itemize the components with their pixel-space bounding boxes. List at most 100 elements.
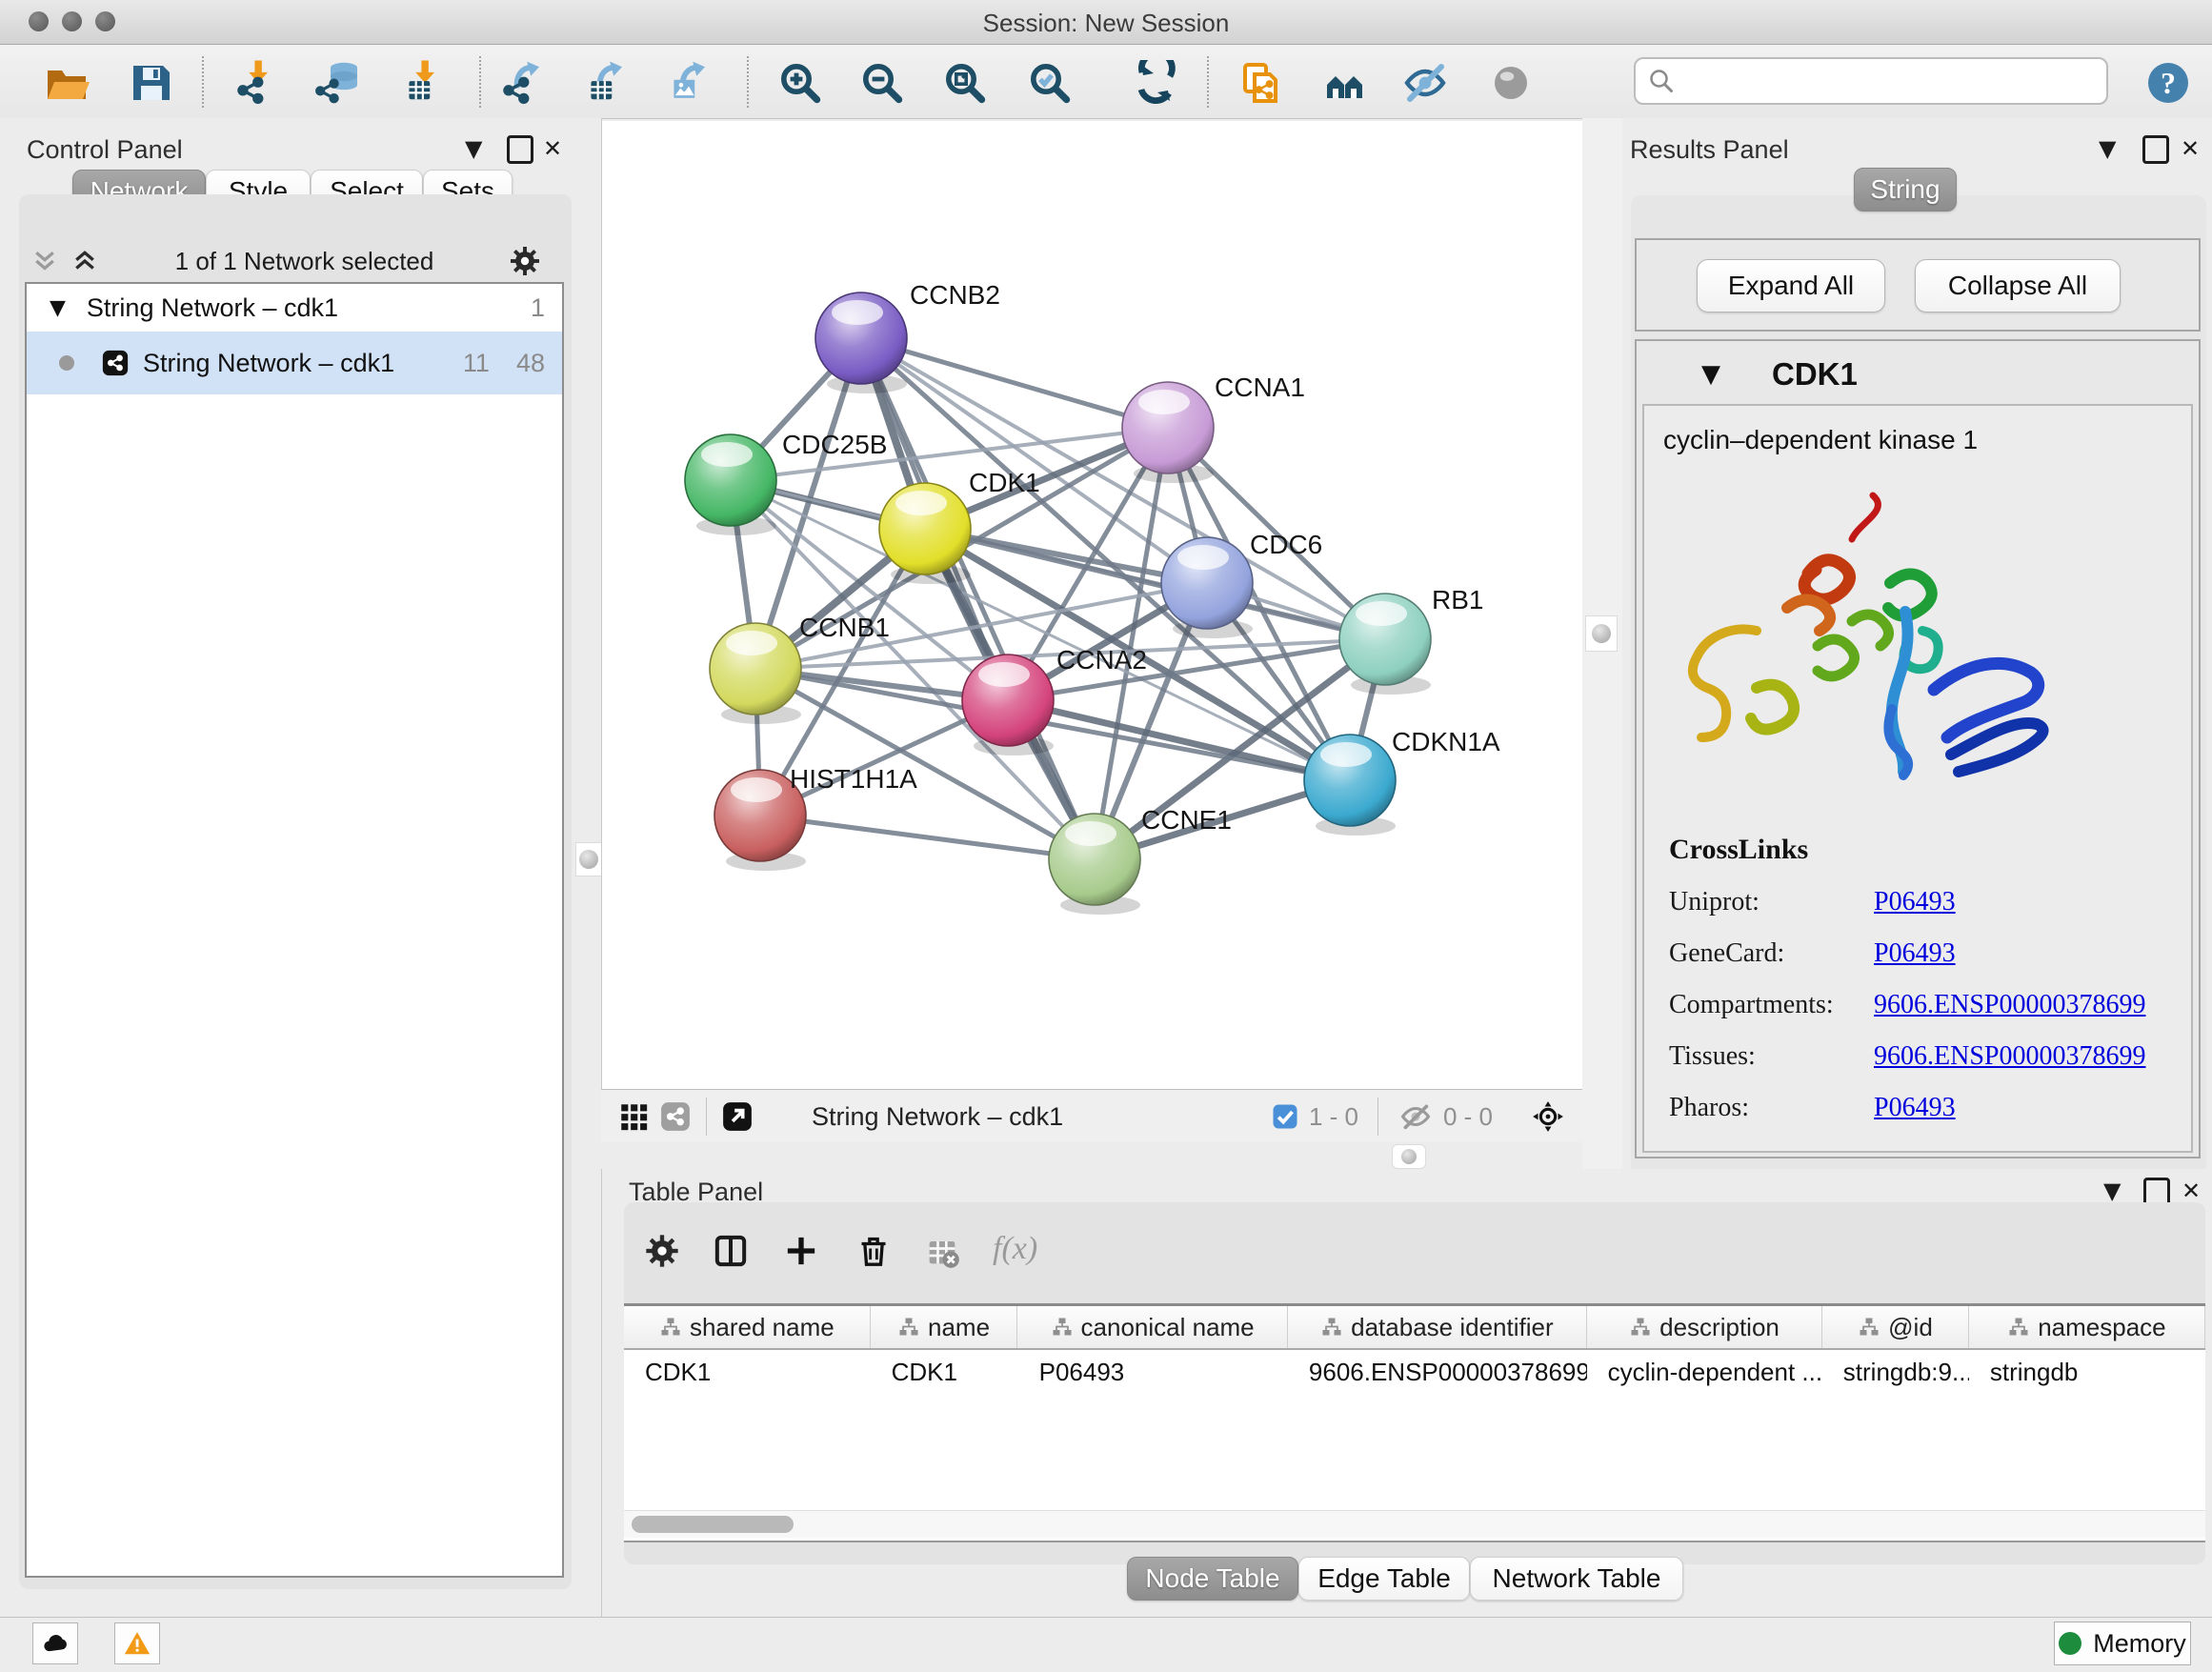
network-type-icon (101, 349, 130, 377)
table-options-gear-icon[interactable] (640, 1229, 684, 1273)
column-header--id[interactable]: @id (1822, 1306, 1969, 1348)
crosslink-value-link[interactable]: 9606.ENSP00000378699 (1874, 990, 2145, 1020)
network-node-ccnb2[interactable]: CCNB2 (815, 280, 1000, 393)
crosslink-value-link[interactable]: P06493 (1874, 887, 1956, 917)
selected-indicator-checkbox[interactable] (1271, 1102, 1299, 1131)
collapse-all-button[interactable]: Collapse All (1915, 259, 2121, 312)
crosslinks-list: Uniprot:P06493GeneCard:P06493Compartment… (1669, 887, 2191, 1123)
table-cell[interactable]: stringdb (1969, 1350, 2205, 1394)
open-session-icon[interactable] (42, 58, 91, 108)
hide-selected-icon[interactable] (1400, 58, 1450, 108)
results-panel-float-icon[interactable] (2142, 135, 2169, 164)
tab-string[interactable]: String (1854, 168, 1957, 212)
zoom-out-icon[interactable] (857, 58, 907, 108)
memory-status-dot-icon (2059, 1632, 2081, 1655)
vertical-splitter-left[interactable] (574, 118, 602, 1617)
control-panel-close-icon[interactable]: ✕ (543, 137, 562, 160)
collapse-all-networks-icon[interactable] (29, 247, 61, 275)
network-node-rb1[interactable]: RB1 (1339, 585, 1483, 695)
table-panel-menu-icon[interactable]: ▼ (2103, 1179, 2121, 1202)
column-header-namespace[interactable]: namespace (1969, 1306, 2205, 1348)
export-network-icon[interactable] (499, 58, 549, 108)
crosslink-row: Pharos:P06493 (1669, 1093, 2191, 1123)
network-collection-row[interactable]: ▼ String Network – cdk1 1 (27, 284, 562, 332)
birds-eye-view-icon[interactable] (716, 1096, 758, 1138)
network-node-cdc6[interactable]: CDC6 (1161, 530, 1322, 638)
tab-edge-table[interactable]: Edge Table (1298, 1557, 1470, 1601)
search-input[interactable] (1683, 67, 2087, 95)
scrollbar-thumb[interactable] (632, 1516, 794, 1533)
show-columns-icon[interactable] (709, 1229, 753, 1273)
gene-name: CDK1 (1772, 356, 1858, 393)
show-grid-icon[interactable] (613, 1096, 654, 1138)
import-network-icon[interactable] (233, 58, 283, 108)
center-view-icon[interactable] (1527, 1096, 1569, 1138)
expand-all-networks-icon[interactable] (69, 247, 101, 275)
export-table-icon[interactable] (582, 58, 632, 108)
add-column-icon[interactable] (779, 1229, 823, 1273)
splitter-handle-icon[interactable] (1401, 1149, 1417, 1164)
node-label: HIST1H1A (790, 764, 917, 794)
table-cell[interactable]: CDK1 (624, 1350, 871, 1394)
column-header-description[interactable]: description (1587, 1306, 1822, 1348)
splitter-handle-icon[interactable] (1592, 624, 1611, 643)
splitter-handle-icon[interactable] (579, 850, 598, 869)
table-cell[interactable]: stringdb:9... (1822, 1350, 1969, 1394)
table-cell[interactable]: CDK1 (871, 1350, 1018, 1394)
control-panel-float-icon[interactable] (507, 135, 533, 164)
crosslink-value-link[interactable]: P06493 (1874, 1093, 1956, 1123)
expand-all-button[interactable]: Expand All (1697, 259, 1885, 312)
table-panel-close-icon[interactable]: ✕ (2182, 1179, 2201, 1202)
network-canvas[interactable]: CCNB2CCNA1CDC25BCDK1CDC6RB1CCNB1CCNA2CDK… (601, 121, 1583, 1089)
tab-node-table[interactable]: Node Table (1127, 1557, 1298, 1601)
zoom-fit-icon[interactable] (940, 58, 990, 108)
results-panel-menu-icon[interactable]: ▼ (2099, 137, 2116, 160)
titlebar: Session: New Session (0, 0, 2212, 45)
column-header-database-identifier[interactable]: database identifier (1288, 1306, 1587, 1348)
network-row[interactable]: String Network – cdk1 11 48 (27, 332, 562, 394)
zoom-in-icon[interactable] (775, 58, 825, 108)
cloud-status-icon[interactable] (32, 1622, 78, 1664)
network-node-hist1h1a[interactable]: HIST1H1A (714, 764, 917, 871)
horizontal-splitter[interactable] (601, 1142, 1582, 1169)
network-node-ccnb1[interactable]: CCNB1 (710, 613, 890, 724)
control-panel-menu-icon[interactable]: ▼ (465, 137, 482, 160)
network-overview-icon[interactable] (654, 1096, 696, 1138)
export-image-icon[interactable] (665, 58, 714, 108)
network-graph[interactable]: CCNB2CCNA1CDC25BCDK1CDC6RB1CCNB1CCNA2CDK… (602, 121, 1583, 1089)
gene-section-caret-icon[interactable]: ▼ (1701, 360, 1720, 389)
column-header-name[interactable]: name (871, 1306, 1018, 1348)
table-header-row: shared namenamecanonical namedatabase id… (624, 1306, 2205, 1350)
table-cell[interactable]: 9606.ENSP00000378699 (1288, 1350, 1587, 1394)
column-header-canonical-name[interactable]: canonical name (1017, 1306, 1288, 1348)
warnings-icon[interactable] (114, 1622, 160, 1664)
zoom-selected-icon[interactable] (1025, 58, 1075, 108)
save-session-icon[interactable] (126, 58, 175, 108)
table-cell[interactable]: P06493 (1018, 1350, 1288, 1394)
network-node-cdk1[interactable]: CDK1 (879, 468, 1040, 584)
clone-network-icon[interactable] (1235, 58, 1284, 108)
toolbar-divider (479, 56, 481, 108)
delete-column-icon[interactable] (852, 1229, 895, 1273)
table-cell[interactable]: cyclin-dependent ... (1587, 1350, 1822, 1394)
memory-button[interactable]: Memory (2054, 1622, 2191, 1665)
import-network-database-icon[interactable] (313, 58, 363, 108)
crosslink-value-link[interactable]: P06493 (1874, 938, 1956, 969)
network-options-gear-icon[interactable] (508, 244, 542, 278)
table-hscrollbar[interactable] (624, 1510, 2205, 1538)
column-header-shared-name[interactable]: shared name (624, 1306, 871, 1348)
apply-layout-icon[interactable] (1131, 58, 1180, 108)
network-node-ccna1[interactable]: CCNA1 (1122, 373, 1305, 483)
first-neighbors-icon[interactable] (1319, 58, 1369, 108)
crosslink-value-link[interactable]: 9606.ENSP00000378699 (1874, 1041, 2145, 1072)
help-icon[interactable]: ? (2143, 58, 2193, 108)
network-edge[interactable] (760, 816, 1095, 859)
network-node-cdkn1a[interactable]: CDKN1A (1304, 727, 1500, 836)
collection-caret-icon[interactable]: ▼ (50, 296, 66, 320)
tab-network-table[interactable]: Network Table (1470, 1557, 1683, 1601)
show-all-icon[interactable] (1486, 58, 1536, 108)
network-node-cdc25b[interactable]: CDC25B (685, 430, 887, 535)
import-table-icon[interactable] (400, 58, 450, 108)
table-row[interactable]: CDK1CDK1P064939606.ENSP00000378699cyclin… (624, 1350, 2205, 1394)
results-panel-close-icon[interactable]: ✕ (2181, 137, 2200, 160)
